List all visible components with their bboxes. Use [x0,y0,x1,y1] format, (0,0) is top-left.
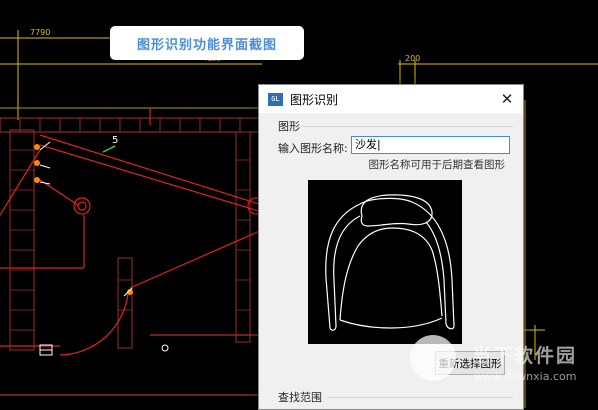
group-shape-label: 图形 [278,120,300,133]
name-label: 输入图形名称: [278,142,348,155]
wall-hatching [0,117,263,351]
dimension-label-top: 7790 [30,28,50,37]
group-divider [303,126,513,127]
marker-label: 5 [112,135,118,146]
watermark-text: 当下软件园 [472,345,578,367]
close-icon[interactable]: ✕ [497,89,517,109]
dialog-title: 图形识别 [290,92,339,107]
watermark: 当下软件园 www.downxia.com [410,335,595,395]
group-search-label: 查找范围 [278,391,322,404]
name-hint: 图形名称可用于后期查看图形 [368,159,506,171]
shape-name-input[interactable]: 沙发| [351,136,510,154]
watermark-logo [410,335,456,381]
screenshot-caption: 图形识别功能界面截图 [110,26,304,60]
dimension-label-right: 200 [405,54,420,63]
dialog-titlebar[interactable]: GL 图形识别 ✕ [259,85,523,113]
app-icon: GL [268,92,283,106]
watermark-url: www.downxia.com [474,370,577,383]
search-group-divider [327,397,513,398]
sofa-shape-drawing [325,194,455,331]
green-marker [102,145,116,153]
shape-preview [308,180,462,344]
